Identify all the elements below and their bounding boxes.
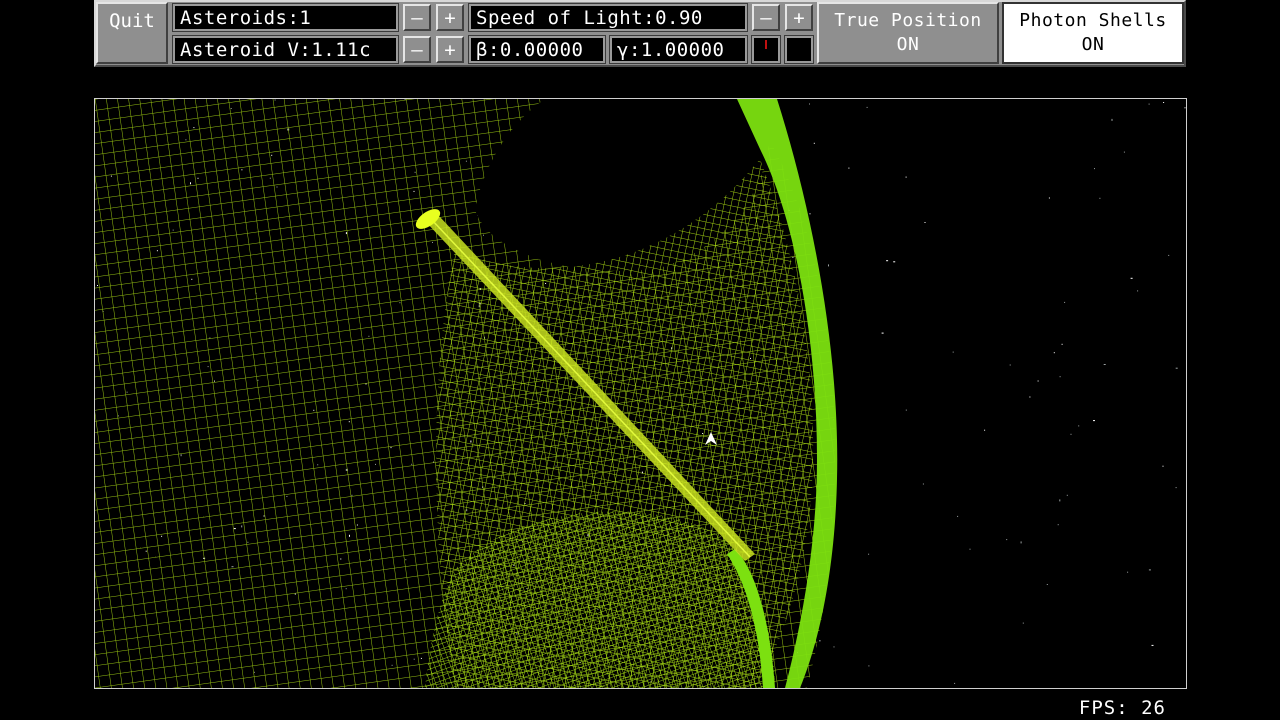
star <box>1006 539 1008 541</box>
star <box>833 646 835 648</box>
star <box>1162 465 1164 467</box>
star <box>969 548 971 550</box>
space-scene <box>95 99 1186 688</box>
star <box>1148 569 1151 571</box>
star <box>1009 364 1011 366</box>
star <box>1061 343 1063 345</box>
star <box>1046 584 1048 585</box>
photon-shells-toggle[interactable]: Photon Shells ON <box>1002 2 1184 64</box>
asteroid-velocity-display: Asteroid V:1.11c <box>172 35 399 64</box>
star <box>1111 118 1113 121</box>
star <box>868 665 870 667</box>
speed-of-light-decrease-button[interactable]: – <box>752 4 780 31</box>
asteroids-increase-button[interactable]: + <box>436 4 464 31</box>
asteroid-velocity-increase-button[interactable]: + <box>436 36 464 63</box>
beta-display: β:0.00000 <box>468 35 606 64</box>
star <box>809 103 810 105</box>
photon-shells-state: ON <box>1081 34 1105 55</box>
star <box>1175 367 1178 369</box>
star <box>1148 103 1150 105</box>
star <box>1053 352 1055 354</box>
asteroids-decrease-button[interactable]: – <box>403 4 431 31</box>
star <box>809 213 811 215</box>
star <box>924 222 926 223</box>
star <box>1029 396 1031 398</box>
star <box>1059 376 1061 378</box>
star <box>954 682 956 684</box>
gamma-display: γ:1.00000 <box>609 35 748 64</box>
star <box>881 332 884 334</box>
star <box>905 409 907 411</box>
star <box>1099 197 1101 199</box>
star <box>1093 420 1095 422</box>
star <box>1123 151 1125 153</box>
star <box>984 429 986 431</box>
color-indicator-box <box>784 35 814 64</box>
true-position-toggle[interactable]: True Position ON <box>817 2 999 64</box>
photon-shells-label: Photon Shells <box>1019 10 1167 31</box>
star <box>868 553 870 555</box>
star <box>1048 197 1050 199</box>
fps-counter: FPS: 26 <box>1078 697 1166 719</box>
asteroid-velocity-decrease-button[interactable]: – <box>403 36 431 63</box>
star <box>893 261 896 263</box>
speed-of-light-display: Speed of Light:0.90 <box>468 3 748 32</box>
star <box>1103 364 1106 365</box>
star <box>1022 622 1024 624</box>
star <box>813 142 815 144</box>
star <box>848 167 850 169</box>
star <box>1070 433 1072 435</box>
star <box>819 640 821 642</box>
star <box>922 483 924 485</box>
true-position-label: True Position <box>834 10 982 31</box>
star <box>1020 541 1022 544</box>
speed-of-light-increase-button[interactable]: + <box>785 4 813 31</box>
star <box>1168 254 1170 256</box>
star <box>866 106 868 108</box>
star <box>1184 107 1186 109</box>
star <box>1127 571 1129 573</box>
star <box>1151 644 1154 646</box>
star <box>957 515 959 517</box>
asteroid-count-display: Asteroids:1 <box>172 3 399 32</box>
star <box>1057 524 1059 526</box>
velocity-indicator-box <box>751 35 781 64</box>
true-position-state: ON <box>896 34 920 55</box>
star <box>1175 487 1177 489</box>
star <box>828 264 829 267</box>
star <box>905 176 907 178</box>
star <box>1037 380 1039 382</box>
star <box>1163 102 1165 103</box>
star <box>1130 277 1133 279</box>
star <box>1066 494 1068 496</box>
velocity-tick-icon <box>765 40 767 49</box>
quit-button[interactable]: Quit <box>96 2 168 64</box>
game-viewport[interactable] <box>94 98 1187 689</box>
star <box>952 351 954 353</box>
star <box>1137 290 1139 292</box>
star <box>886 260 889 262</box>
star <box>1094 168 1095 170</box>
star <box>1078 425 1080 427</box>
star <box>1064 301 1066 303</box>
star <box>1059 499 1061 502</box>
